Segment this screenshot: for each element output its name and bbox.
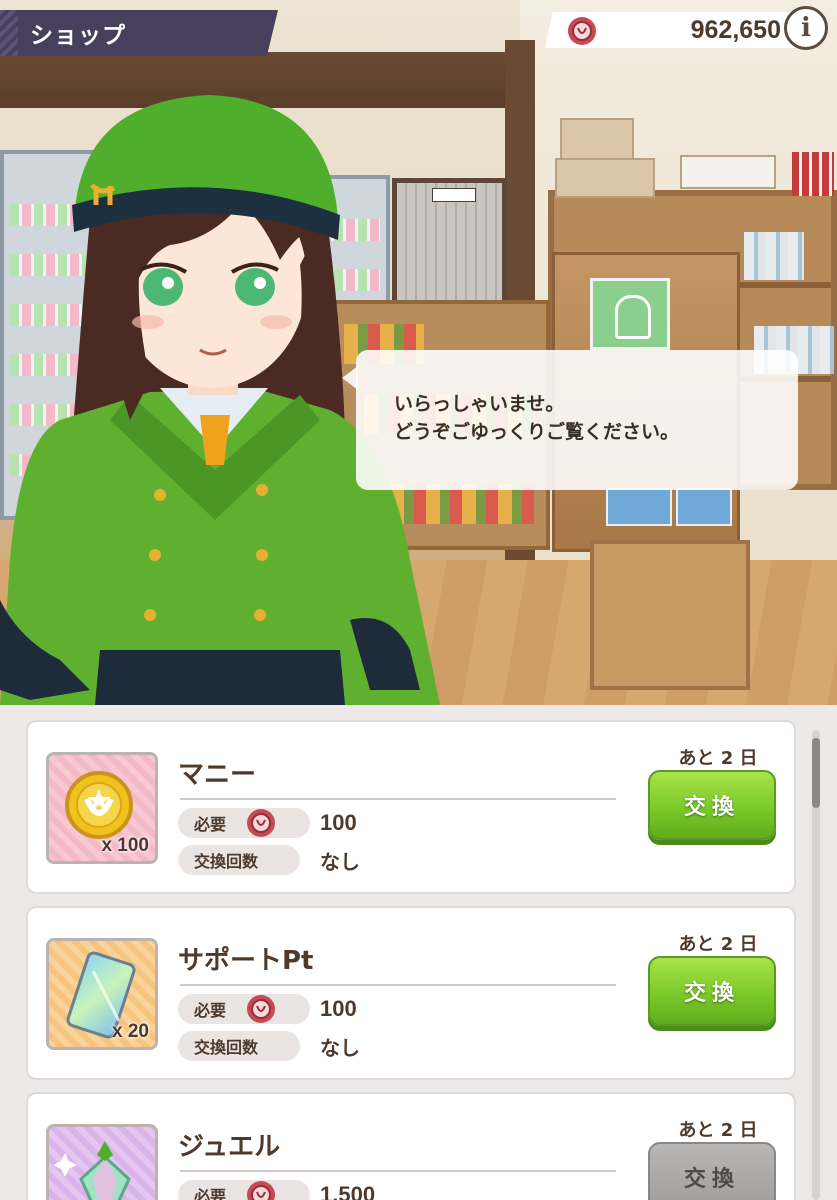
item-name: ジュエル bbox=[178, 1132, 281, 1162]
info-icon: i bbox=[801, 13, 811, 43]
storage-box bbox=[555, 158, 655, 198]
shop-coin-icon bbox=[247, 1181, 275, 1200]
exchange-button[interactable]: 交換 bbox=[648, 956, 776, 1026]
remaining-days: あと 2 日 bbox=[678, 1120, 758, 1141]
divider bbox=[180, 798, 616, 800]
divider bbox=[180, 1170, 616, 1172]
count-value: なし bbox=[320, 1036, 360, 1060]
item-thumbnail bbox=[46, 1124, 158, 1200]
item-thumbnail: x 20 bbox=[46, 938, 158, 1050]
storage-box bbox=[680, 155, 776, 189]
exchange-button[interactable]: 交換 bbox=[648, 770, 776, 840]
shop-scene: いらっしゃいませ。 どうぞごゆっくりご覧ください。 bbox=[0, 0, 837, 705]
item-name: マニー bbox=[178, 760, 257, 790]
required-label-pill: 必要 bbox=[178, 994, 310, 1024]
exchange-button-disabled[interactable]: 交換 bbox=[648, 1142, 776, 1200]
required-value: 100 bbox=[320, 810, 357, 835]
remaining-days: あと 2 日 bbox=[678, 748, 758, 769]
page-title: ショップ bbox=[30, 23, 126, 49]
speech-bubble: いらっしゃいませ。 どうぞごゆっくりご覧ください。 bbox=[356, 350, 798, 490]
item-quantity: x 100 bbox=[101, 835, 149, 856]
required-value: 1,500 bbox=[320, 1182, 376, 1200]
currency-value: 962,650 bbox=[690, 15, 781, 44]
storage-box bbox=[560, 118, 634, 160]
count-label: 交換回数 bbox=[194, 852, 259, 871]
exchange-item-card: ジュエル 必要 1,500 あと 2 日 交換 bbox=[26, 1092, 796, 1200]
item-thumbnail: x 100 bbox=[46, 752, 158, 864]
count-value: なし bbox=[320, 850, 360, 874]
required-label-pill: 必要 bbox=[178, 1180, 310, 1200]
count-label-pill: 交換回数 bbox=[178, 1031, 300, 1061]
shop-poster bbox=[590, 278, 670, 350]
shop-coin-icon bbox=[568, 17, 596, 45]
shop-coin-icon bbox=[247, 995, 275, 1023]
required-label-pill: 必要 bbox=[178, 808, 310, 838]
required-label: 必要 bbox=[194, 1187, 227, 1200]
page-title-tab: ショップ bbox=[0, 10, 278, 56]
exchange-item-card: x 20 サポートPt 必要 100 交換回数 なし あと 2 日 交換 bbox=[26, 906, 796, 1080]
display-table bbox=[590, 540, 750, 690]
required-label: 必要 bbox=[194, 1001, 227, 1020]
goods-box bbox=[606, 488, 672, 526]
jewel-icon bbox=[53, 1141, 131, 1200]
item-quantity: x 20 bbox=[112, 1021, 149, 1042]
item-name: サポートPt bbox=[178, 946, 314, 976]
exchange-item-card: x 100 マニー 必要 100 交換回数 なし あと 2 日 交換 bbox=[26, 720, 796, 894]
divider bbox=[180, 984, 616, 986]
goods-box bbox=[676, 488, 732, 526]
count-label: 交換回数 bbox=[194, 1038, 259, 1057]
scrollbar-thumb[interactable] bbox=[812, 738, 820, 808]
dialogue-line-1: いらっしゃいませ。 bbox=[394, 393, 565, 415]
remaining-days: あと 2 日 bbox=[678, 934, 758, 955]
shop-coin-icon bbox=[247, 809, 275, 837]
required-value: 100 bbox=[320, 996, 357, 1021]
count-label-pill: 交換回数 bbox=[178, 845, 300, 875]
currency-display: 962,650 bbox=[545, 12, 795, 48]
info-button[interactable]: i bbox=[784, 6, 828, 50]
dialogue-line-2: どうぞごゆっくりご覧ください。 bbox=[394, 421, 680, 443]
required-label: 必要 bbox=[194, 815, 227, 834]
